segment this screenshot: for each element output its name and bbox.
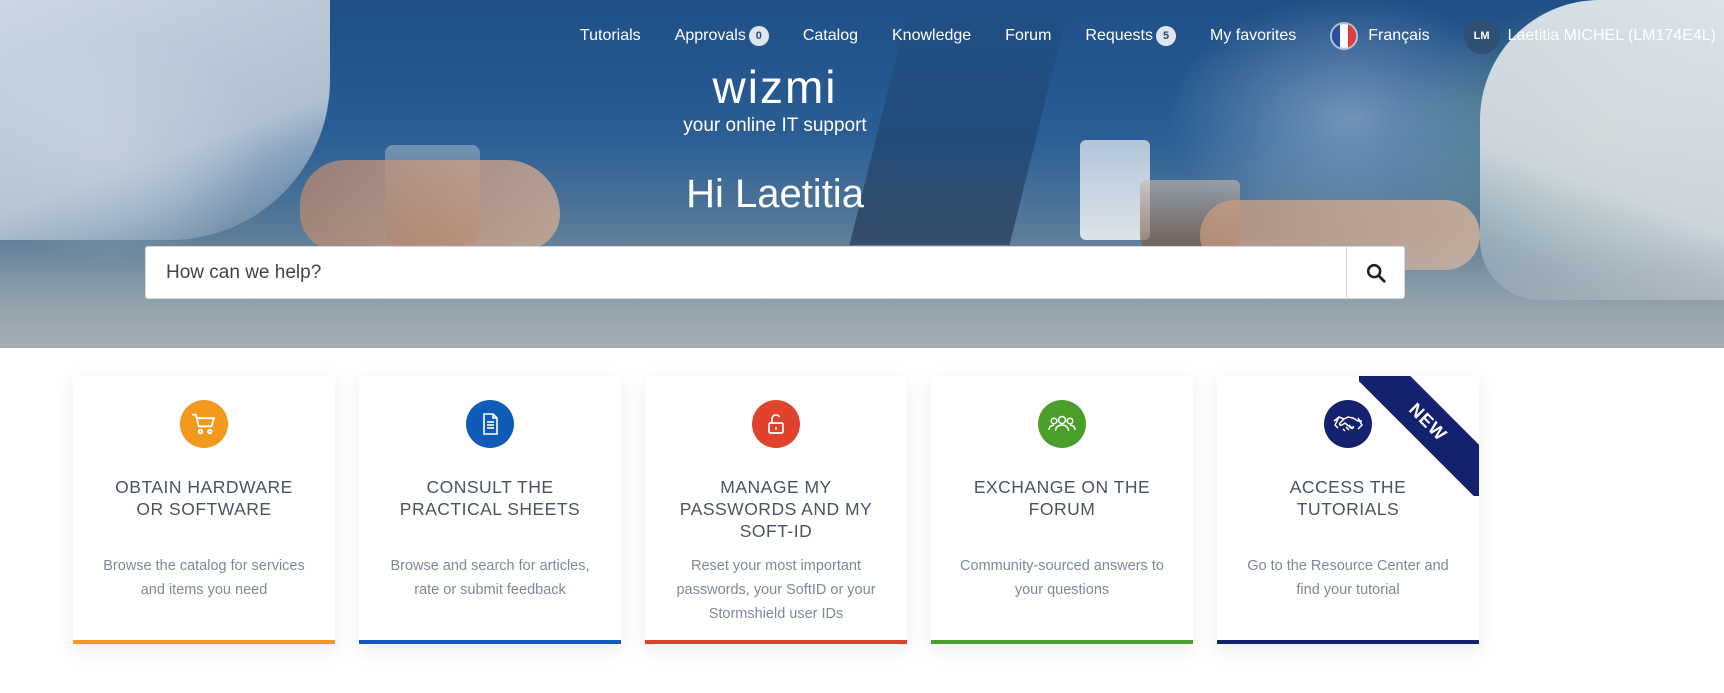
service-cards: OBTAIN HARDWARE OR SOFTWARE Browse the ca… bbox=[73, 376, 1479, 644]
search-bar bbox=[145, 246, 1405, 299]
wizmi-logo: wizmi bbox=[712, 61, 838, 113]
card-description: Browse and search for articles, rate or s… bbox=[390, 558, 590, 598]
card-title: CONSULT THE PRACTICAL SHEETS bbox=[399, 477, 581, 519]
card-description: Community-sourced answers to your questio… bbox=[960, 558, 1164, 598]
nav-label: My favorites bbox=[1210, 27, 1297, 44]
search-input[interactable] bbox=[146, 247, 1346, 298]
approvals-count-badge: 0 bbox=[748, 26, 769, 46]
card-title: MANAGE MY PASSWORDS AND MY SOFT-ID bbox=[679, 477, 873, 541]
nav-catalog[interactable]: Catalog bbox=[786, 27, 875, 45]
nav-label: Catalog bbox=[802, 27, 858, 44]
card-title: EXCHANGE ON THE FORUM bbox=[973, 477, 1151, 519]
language-label: Français bbox=[1368, 27, 1430, 44]
nav-label: Forum bbox=[1005, 27, 1052, 44]
language-selector[interactable]: Français bbox=[1313, 22, 1446, 50]
card-icon-circle bbox=[180, 400, 228, 448]
avatar: LM bbox=[1463, 18, 1500, 54]
user-name: Laetitia MICHEL (LM174E4L) bbox=[1507, 27, 1716, 44]
nav-requests[interactable]: Requests 5 bbox=[1068, 26, 1193, 46]
nav-my-favorites[interactable]: My favorites bbox=[1193, 27, 1313, 45]
card-description: Browse the catalog for services and items… bbox=[103, 558, 305, 598]
tagline: your online IT support bbox=[683, 115, 867, 136]
hero-banner: Tutorials Approvals 0 Catalog Knowledge F… bbox=[0, 0, 1724, 348]
nav-label: Requests bbox=[1085, 27, 1153, 44]
search-button[interactable] bbox=[1346, 247, 1404, 298]
users-icon bbox=[1048, 415, 1076, 432]
card-description: Go to the Resource Center and find your t… bbox=[1247, 558, 1449, 598]
document-icon bbox=[483, 413, 498, 435]
card-icon-circle bbox=[752, 400, 800, 448]
shopping-cart-icon bbox=[192, 413, 216, 435]
new-ribbon: NEW bbox=[1359, 376, 1479, 496]
new-ribbon-label: NEW bbox=[1359, 376, 1479, 496]
card-obtain-hardware[interactable]: OBTAIN HARDWARE OR SOFTWARE Browse the ca… bbox=[73, 376, 335, 644]
card-access-tutorials[interactable]: ACCESS THE TUTORIALS Go to the Resource C… bbox=[1217, 376, 1479, 644]
user-menu[interactable]: LM Laetitia MICHEL (LM174E4L) bbox=[1447, 18, 1724, 54]
requests-count-badge: 5 bbox=[1156, 26, 1176, 46]
nav-forum[interactable]: Forum bbox=[988, 27, 1068, 45]
card-title: OBTAIN HARDWARE OR SOFTWARE bbox=[115, 477, 293, 519]
nav-label: Approvals bbox=[674, 27, 746, 44]
nav-approvals[interactable]: Approvals 0 bbox=[658, 26, 786, 46]
unlock-icon bbox=[768, 414, 784, 434]
nav-label: Tutorials bbox=[579, 27, 641, 44]
nav-label: Knowledge bbox=[892, 27, 972, 44]
card-description: Reset your most important passwords, your… bbox=[676, 558, 876, 622]
card-icon-circle bbox=[1038, 400, 1086, 448]
card-practical-sheets[interactable]: CONSULT THE PRACTICAL SHEETS Browse and s… bbox=[359, 376, 621, 644]
nav-tutorials[interactable]: Tutorials bbox=[563, 27, 658, 45]
card-manage-passwords[interactable]: MANAGE MY PASSWORDS AND MY SOFT-ID Reset y… bbox=[645, 376, 907, 644]
french-flag-icon bbox=[1330, 22, 1359, 50]
greeting-heading: Hi Laetitia bbox=[686, 172, 864, 216]
card-icon-circle bbox=[466, 400, 514, 448]
search-icon bbox=[1366, 263, 1386, 283]
card-exchange-forum[interactable]: EXCHANGE ON THE FORUM Community-sourced a… bbox=[931, 376, 1193, 644]
nav-knowledge[interactable]: Knowledge bbox=[875, 27, 988, 45]
